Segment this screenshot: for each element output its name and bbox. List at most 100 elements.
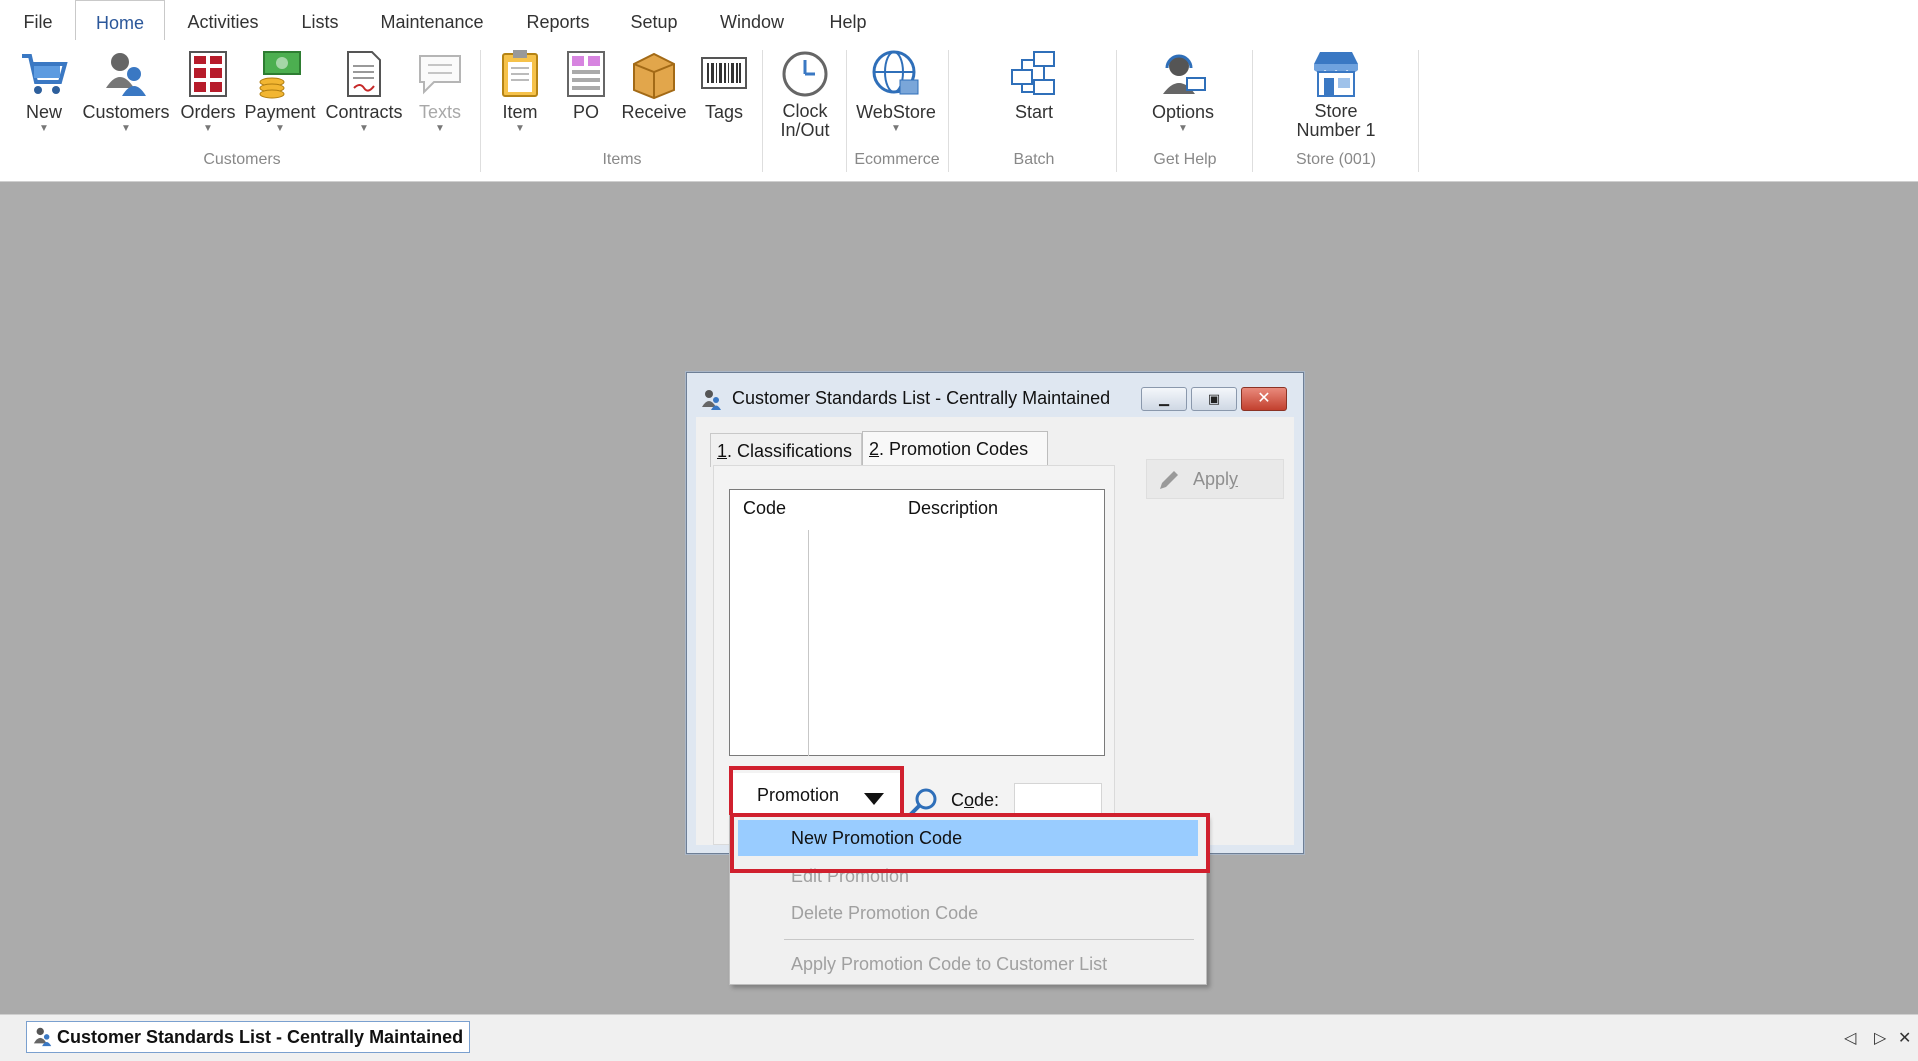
ribbon-new-button[interactable]: New ▼ xyxy=(14,48,74,136)
taskbar-window-label: Customer Standards List - Centrally Main… xyxy=(57,1027,464,1047)
network-icon xyxy=(1008,48,1060,100)
group-label-items: Items xyxy=(602,151,642,168)
ribbon-orders-button[interactable]: Orders ▼ xyxy=(178,48,238,136)
ribbon: New ▼ Customers ▼ Orders ▼ Payment ▼ Con… xyxy=(0,40,1918,182)
ribbon-new-label: New xyxy=(25,102,62,122)
restore-button[interactable]: ▣ xyxy=(1191,387,1237,411)
purchase-order-icon xyxy=(560,48,612,100)
menu-file[interactable]: File xyxy=(14,0,62,40)
tab-promotion-codes-label: . Promotion Codes xyxy=(879,439,1029,459)
chevron-down-icon: ▼ xyxy=(203,123,213,134)
ribbon-tags-button[interactable]: Tags xyxy=(694,48,754,122)
ribbon-store-button[interactable]: Store Number 1 xyxy=(1286,48,1386,140)
menu-lists[interactable]: Lists xyxy=(290,0,350,40)
ribbon-start-label: Start xyxy=(1014,102,1053,122)
customer-person-icon xyxy=(100,48,152,100)
restore-icon: ▣ xyxy=(1207,391,1221,406)
ribbon-customers-button[interactable]: Customers ▼ xyxy=(78,48,174,136)
ribbon-start-button[interactable]: Start xyxy=(1000,48,1068,122)
chevron-down-icon: ▼ xyxy=(891,123,901,134)
ribbon-po-button[interactable]: PO xyxy=(556,48,616,122)
group-label-store: Store (001) xyxy=(1295,151,1377,168)
globe-store-icon xyxy=(870,48,922,100)
menu-reports[interactable]: Reports xyxy=(514,0,602,40)
menu-help[interactable]: Help xyxy=(816,0,880,40)
scroll-right-icon[interactable]: ▷ xyxy=(1874,1028,1886,1048)
group-label-get-help: Get Help xyxy=(1153,151,1217,168)
group-separator xyxy=(762,50,763,172)
menu-maintenance[interactable]: Maintenance xyxy=(372,0,492,40)
ribbon-clock-label-line2: In/Out xyxy=(780,120,830,140)
chevron-down-icon: ▼ xyxy=(359,123,369,134)
box-icon xyxy=(628,48,680,100)
grid-header-code[interactable]: Code xyxy=(743,498,786,519)
code-search-input[interactable] xyxy=(1014,783,1102,815)
ribbon-options-label: Options xyxy=(1151,102,1215,122)
customer-standards-icon xyxy=(32,1025,54,1056)
customer-standards-icon xyxy=(700,387,724,416)
ribbon-tags-label: Tags xyxy=(704,102,744,122)
menu-setup[interactable]: Setup xyxy=(620,0,688,40)
chevron-down-icon: ▼ xyxy=(275,123,285,134)
ribbon-store-label-line1: Store xyxy=(1314,101,1358,121)
pencil-icon xyxy=(1157,468,1181,497)
menu-activities[interactable]: Activities xyxy=(178,0,268,40)
orders-grid-icon xyxy=(182,48,234,100)
close-button[interactable]: ✕ xyxy=(1241,387,1287,411)
ribbon-store-label-line2: Number 1 xyxy=(1296,120,1376,140)
grid-header-description[interactable]: Description xyxy=(908,498,998,519)
ribbon-webstore-button[interactable]: WebStore ▼ xyxy=(852,48,940,136)
support-headset-icon xyxy=(1157,48,1209,100)
group-label-batch: Batch xyxy=(1013,151,1055,168)
close-icon: ✕ xyxy=(1257,390,1271,407)
annotation-highlight-promotion-button xyxy=(729,766,904,818)
contract-document-icon xyxy=(338,48,390,100)
shopping-cart-icon xyxy=(18,48,70,100)
menu-separator xyxy=(784,939,1194,940)
grid-column-divider xyxy=(808,530,809,756)
ribbon-clock-button[interactable]: Clock In/Out xyxy=(770,48,840,140)
mdi-window-bar: Customer Standards List - Centrally Main… xyxy=(0,1014,1918,1061)
chevron-down-icon: ▼ xyxy=(435,123,445,134)
payment-money-icon xyxy=(254,48,306,100)
dialog-title: Customer Standards List - Centrally Main… xyxy=(732,388,1111,408)
ribbon-payment-button[interactable]: Payment ▼ xyxy=(242,48,318,136)
menu-window[interactable]: Window xyxy=(710,0,794,40)
clock-icon xyxy=(779,48,831,100)
ribbon-texts-label: Texts xyxy=(418,102,461,122)
tab-classifications-hotkey: 1 xyxy=(717,441,728,461)
clipboard-icon xyxy=(494,48,546,100)
taskbar-window-button[interactable]: Customer Standards List - Centrally Main… xyxy=(26,1021,471,1056)
annotation-highlight-new-promotion-code xyxy=(730,813,1210,873)
ribbon-customers-label: Customers xyxy=(82,102,170,122)
menu-item-apply-promotion-code-to-customer-list[interactable]: Apply Promotion Code to Customer List xyxy=(791,954,1107,975)
ribbon-webstore-label: WebStore xyxy=(856,102,936,122)
dialog-title-bar[interactable]: Customer Standards List - Centrally Main… xyxy=(687,373,1303,417)
ribbon-payment-label: Payment xyxy=(244,102,316,122)
ribbon-contracts-button[interactable]: Contracts ▼ xyxy=(322,48,406,136)
tab-classifications[interactable]: 1. Classifications xyxy=(710,433,862,467)
apply-button[interactable]: Apply xyxy=(1146,459,1284,499)
group-separator xyxy=(948,50,949,172)
group-separator xyxy=(1418,50,1419,172)
tab-promotion-codes[interactable]: 2. Promotion Codes xyxy=(862,431,1048,467)
ribbon-po-label: PO xyxy=(572,102,599,122)
ribbon-texts-button[interactable]: Texts ▼ xyxy=(410,48,470,136)
minimize-button[interactable]: ▁ xyxy=(1141,387,1187,411)
chevron-down-icon: ▼ xyxy=(121,123,131,134)
chevron-down-icon: ▼ xyxy=(39,123,49,134)
ribbon-receive-button[interactable]: Receive xyxy=(618,48,690,122)
tab-promotion-codes-hotkey: 2 xyxy=(869,439,880,459)
menu-bar: File Home Activities Lists Maintenance R… xyxy=(0,0,1918,41)
ribbon-options-button[interactable]: Options ▼ xyxy=(1144,48,1222,136)
code-search-label: Code: xyxy=(951,790,1000,810)
ribbon-item-button[interactable]: Item ▼ xyxy=(490,48,550,136)
menu-home[interactable]: Home xyxy=(75,0,165,41)
close-window-icon[interactable]: ✕ xyxy=(1898,1028,1911,1048)
group-label-customers: Customers xyxy=(203,151,281,168)
scroll-left-icon[interactable]: ◁ xyxy=(1844,1028,1856,1048)
promotion-codes-grid[interactable]: Code Description xyxy=(729,489,1105,756)
tab-classifications-label: . Classifications xyxy=(727,441,853,461)
menu-item-delete-promotion-code[interactable]: Delete Promotion Code xyxy=(791,903,978,924)
storefront-icon xyxy=(1310,48,1362,100)
